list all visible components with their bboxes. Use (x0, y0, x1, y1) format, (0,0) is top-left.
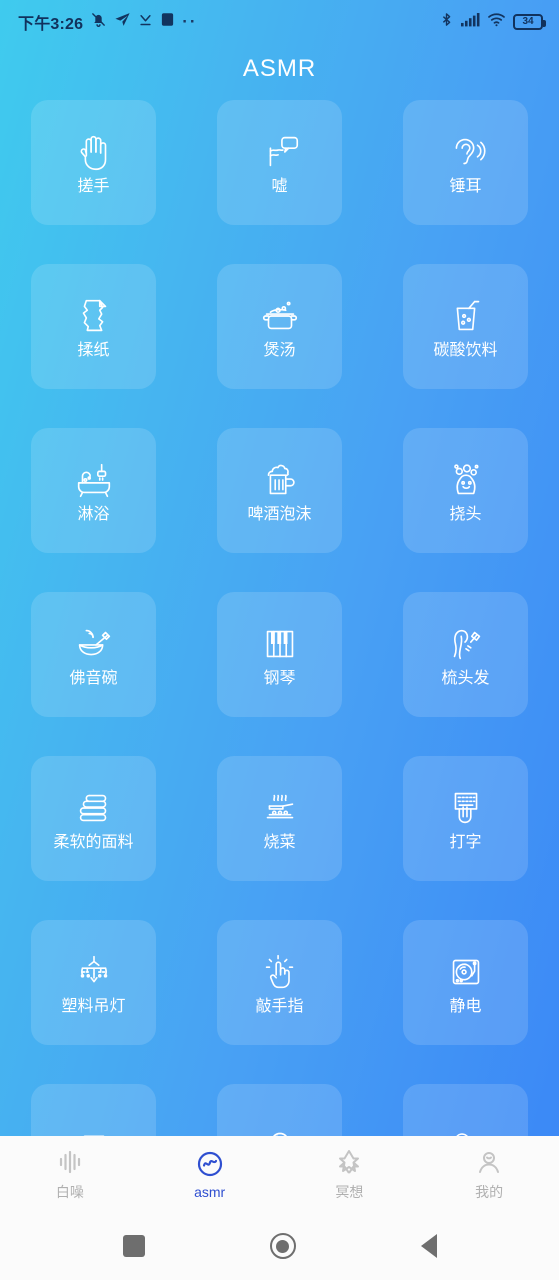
signal-bars-icon (461, 12, 480, 32)
bell-muted-icon (90, 11, 107, 33)
page-title: ASMR (242, 55, 317, 82)
sound-tile-label: 挠头 (449, 506, 482, 524)
download-icon (138, 12, 153, 32)
page-title-bar: ASMR (0, 44, 559, 94)
sound-tile-label: 啤酒泡沫 (247, 506, 312, 524)
typing-keyboard-icon (443, 785, 489, 831)
more-dots-icon: ·· (182, 12, 198, 31)
crumpled-paper-icon (71, 293, 117, 339)
status-bar-right: 34 (439, 11, 546, 33)
soup-pot-icon (257, 293, 303, 339)
sound-tile-label: 锤耳 (449, 178, 482, 196)
tab-label: 白噪 (55, 1183, 84, 1200)
piano-keys-icon (257, 621, 303, 667)
hair-brush-icon (443, 621, 489, 667)
lotus-star-icon (334, 1147, 364, 1177)
tapping-finger-icon (257, 949, 303, 995)
tab-白噪[interactable]: 白噪 (0, 1147, 140, 1202)
sound-tile[interactable]: 静电 (403, 920, 528, 1045)
sound-tile[interactable]: 梳头发 (403, 592, 528, 717)
shush-speech-bubble-icon (257, 129, 303, 175)
sound-tile[interactable]: 烧菜 (217, 756, 342, 881)
tab-label: asmr (194, 1183, 226, 1200)
sound-grid-scroll[interactable]: 搓手 嘘 锤耳揉纸 煲汤 碳酸饮料淋浴 啤酒泡沫 挠头佛音碗 钢琴 梳头发柔软的面料 烧菜 打字塑料… (0, 94, 559, 1280)
status-bar-left: 下午3:26 ·· (18, 10, 198, 34)
bottom-tab-bar: 白噪 asmr 冥想 我的 (0, 1136, 559, 1212)
sound-tile-label: 煲汤 (263, 342, 296, 360)
sound-tile[interactable]: 啤酒泡沫 (217, 428, 342, 553)
tab-我的[interactable]: 我的 (419, 1147, 559, 1202)
wifi-icon (487, 12, 506, 32)
sound-tile-label: 碳酸饮料 (433, 342, 498, 360)
recents-button[interactable] (122, 1235, 145, 1257)
sound-tile-label: 搓手 (77, 178, 110, 196)
sound-tile[interactable]: 挠头 (403, 428, 528, 553)
back-button[interactable] (420, 1234, 437, 1258)
sound-tile[interactable]: 钢琴 (217, 592, 342, 717)
sound-tile[interactable]: 煲汤 (217, 264, 342, 389)
home-button[interactable] (269, 1233, 296, 1259)
tab-label: 冥想 (335, 1183, 364, 1200)
sound-tile-label: 嘘 (271, 178, 288, 196)
app-square-icon (160, 12, 175, 32)
sound-tile-label: 揉纸 (77, 342, 110, 360)
sound-tile[interactable]: 佛音碗 (31, 592, 156, 717)
sound-tile[interactable]: 揉纸 (31, 264, 156, 389)
sound-tile[interactable]: 塑料吊灯 (31, 920, 156, 1045)
battery-icon: 34 (513, 14, 546, 30)
folded-towels-icon (71, 785, 117, 831)
waveform-icon (55, 1147, 85, 1177)
shampoo-head-icon (443, 457, 489, 503)
bathtub-shower-icon (71, 457, 117, 503)
sound-tile-label: 打字 (449, 834, 482, 852)
android-navigation-bar (0, 1212, 559, 1280)
sound-grid: 搓手 嘘 锤耳揉纸 煲汤 碳酸饮料淋浴 啤酒泡沫 挠头佛音碗 钢琴 梳头发柔软的面料 烧菜 打字塑料… (0, 94, 559, 1209)
sound-tile-label: 烧菜 (263, 834, 296, 852)
person-icon (474, 1147, 504, 1177)
tab-冥想[interactable]: 冥想 (280, 1147, 420, 1202)
soda-glass-icon (443, 293, 489, 339)
sound-tile[interactable]: 搓手 (31, 100, 156, 225)
sound-tile-label: 梳头发 (441, 670, 490, 688)
singing-bowl-icon (71, 621, 117, 667)
sound-tile[interactable]: 敲手指 (217, 920, 342, 1045)
chandelier-icon (71, 949, 117, 995)
sound-tile[interactable]: 碳酸饮料 (403, 264, 528, 389)
tab-asmr[interactable]: asmr (140, 1149, 280, 1200)
sound-tile[interactable]: 锤耳 (403, 100, 528, 225)
sound-tile-label: 钢琴 (263, 670, 296, 688)
sound-tile-label: 柔软的面料 (53, 834, 134, 852)
sound-tile-label: 敲手指 (255, 998, 304, 1016)
sound-tile[interactable]: 嘘 (217, 100, 342, 225)
turntable-icon (443, 949, 489, 995)
circle-icon (276, 1239, 289, 1253)
sound-tile-label: 淋浴 (77, 506, 110, 524)
status-clock: 下午3:26 (18, 16, 84, 33)
asmr-wave-circle-icon (195, 1149, 225, 1179)
ear-icon (443, 129, 489, 175)
hand-icon (71, 129, 117, 175)
bluetooth-icon (439, 11, 454, 33)
stove-pan-icon (257, 785, 303, 831)
sound-tile-label: 静电 (449, 998, 482, 1016)
asmr-app-screen: 下午3:26 ·· 34 ASMR 搓手 嘘 锤耳 揉纸 煲汤 碳酸饮料 淋浴 … (0, 0, 559, 1280)
sound-tile-label: 塑料吊灯 (61, 998, 126, 1016)
sound-tile-label: 佛音碗 (69, 670, 118, 688)
sound-tile[interactable]: 柔软的面料 (31, 756, 156, 881)
status-bar: 下午3:26 ·· 34 (0, 0, 559, 44)
sound-tile[interactable]: 淋浴 (31, 428, 156, 553)
sound-tile[interactable]: 打字 (403, 756, 528, 881)
beer-mug-icon (257, 457, 303, 503)
tab-label: 我的 (475, 1183, 504, 1200)
battery-level: 34 (522, 16, 534, 27)
paper-plane-icon (114, 11, 131, 33)
